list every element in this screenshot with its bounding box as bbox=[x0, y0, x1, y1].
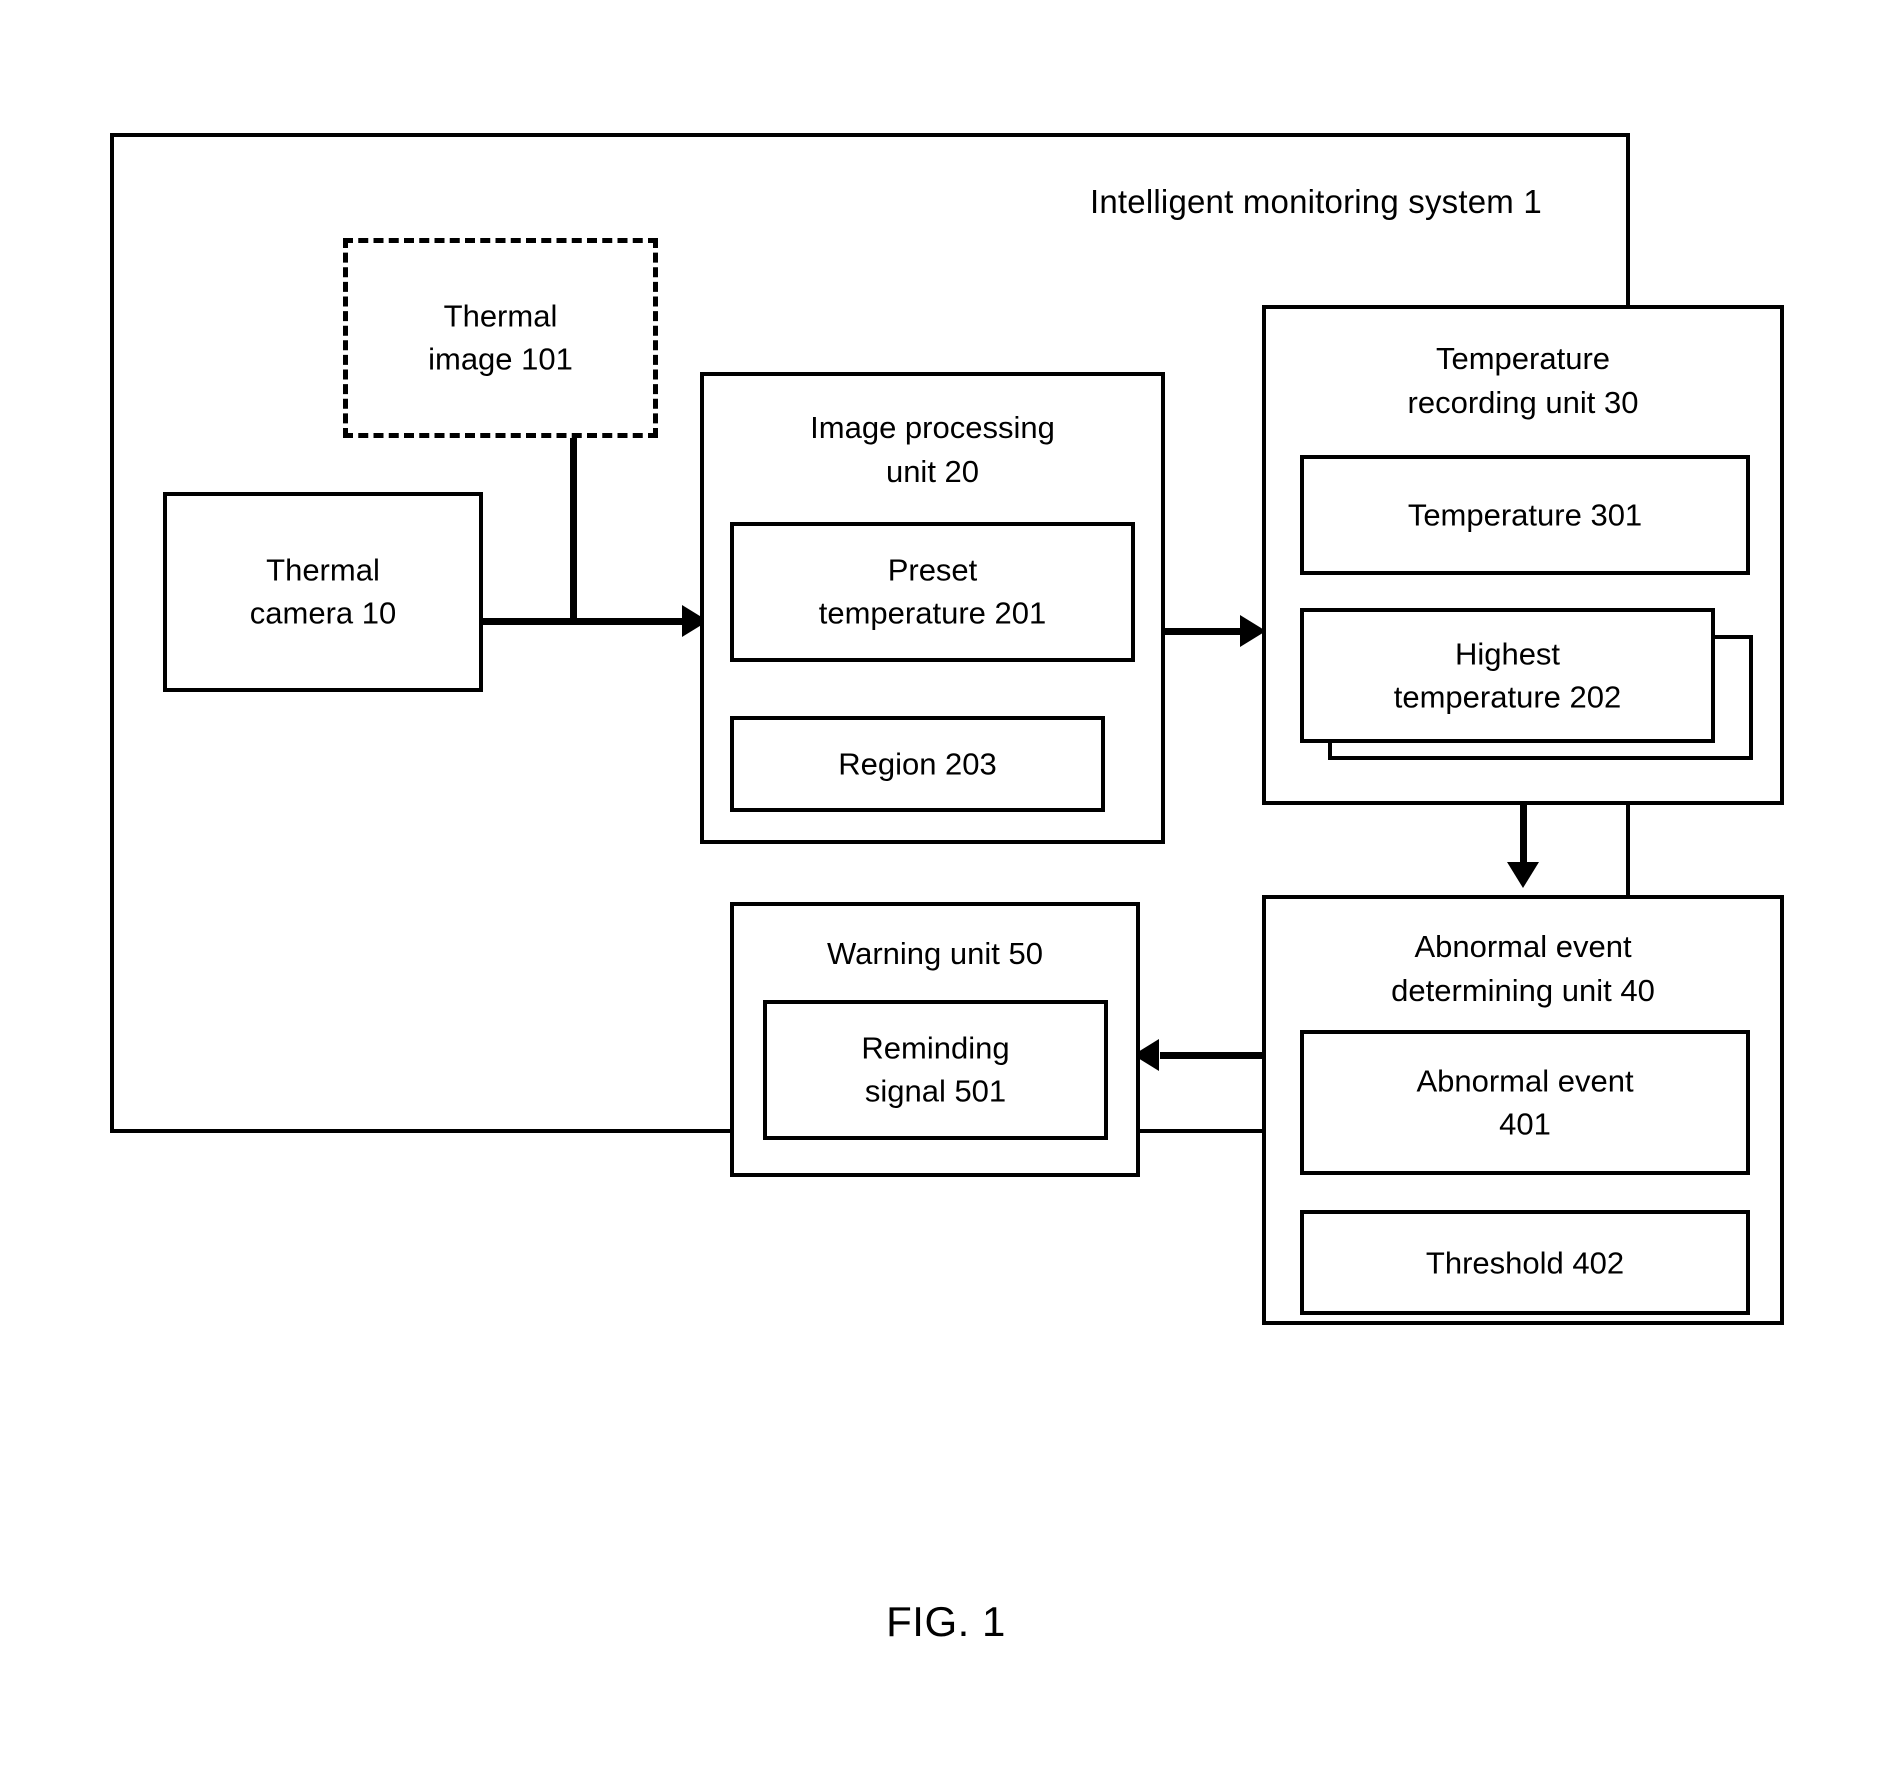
temperature-recording-unit-title: Temperature recording unit 30 bbox=[1407, 341, 1639, 421]
connector-image-to-processing-vertical bbox=[570, 438, 577, 622]
figure-caption: FIG. 1 bbox=[886, 1598, 1006, 1645]
preset-temperature-label: Preset temperature 201 bbox=[818, 552, 1047, 631]
thermal-camera-label: Thermal camera 10 bbox=[249, 552, 397, 631]
highest-temperature-label: Highest temperature 202 bbox=[1393, 636, 1622, 715]
warning-unit-title: Warning unit 50 bbox=[827, 936, 1043, 971]
thermal-image-block: Thermal image 101 bbox=[343, 238, 658, 438]
abnormal-event-determining-unit-title: Abnormal event determining unit 40 bbox=[1391, 929, 1655, 1009]
threshold-label: Threshold 402 bbox=[1425, 1244, 1625, 1280]
threshold-block: Threshold 402 bbox=[1300, 1210, 1750, 1315]
image-processing-unit-title: Image processing unit 20 bbox=[810, 410, 1055, 490]
arrowhead-to-abnormal-event-unit bbox=[1507, 862, 1539, 888]
region-label: Region 203 bbox=[838, 746, 997, 782]
reminding-signal-block: Reminding signal 501 bbox=[763, 1000, 1108, 1140]
temperature-block: Temperature 301 bbox=[1300, 455, 1750, 575]
region-block: Region 203 bbox=[730, 716, 1105, 812]
thermal-image-label: Thermal image 101 bbox=[428, 298, 573, 377]
abnormal-event-block: Abnormal event 401 bbox=[1300, 1030, 1750, 1175]
figure-canvas: Intelligent monitoring system 1 Thermal … bbox=[0, 0, 1892, 1771]
abnormal-event-label: Abnormal event 401 bbox=[1416, 1063, 1634, 1142]
preset-temperature-block: Preset temperature 201 bbox=[730, 522, 1135, 662]
reminding-signal-label: Reminding signal 501 bbox=[861, 1030, 1010, 1109]
thermal-camera-block: Thermal camera 10 bbox=[163, 492, 483, 692]
system-title-label: Intelligent monitoring system 1 bbox=[1090, 183, 1542, 220]
connector-processing-to-recording bbox=[1165, 628, 1245, 635]
highest-temperature-block: Highest temperature 202 bbox=[1300, 608, 1715, 743]
temperature-label: Temperature 301 bbox=[1407, 497, 1643, 533]
connector-camera-to-processing-horizontal bbox=[483, 618, 686, 625]
connector-abnormal-to-warning bbox=[1160, 1052, 1264, 1059]
connector-recording-to-abnormal bbox=[1520, 805, 1527, 869]
